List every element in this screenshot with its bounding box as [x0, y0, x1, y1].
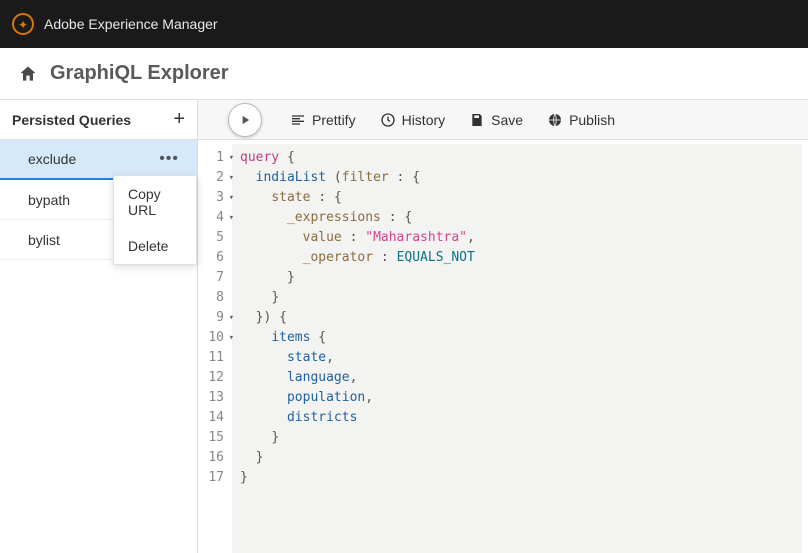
publish-button[interactable]: Publish [537, 106, 625, 134]
app-topbar: ✦ Adobe Experience Manager [0, 0, 808, 48]
query-item-label: bypath [28, 192, 70, 208]
history-label: History [402, 112, 446, 128]
publish-label: Publish [569, 112, 615, 128]
add-query-button[interactable]: + [173, 108, 185, 131]
sidebar-title: Persisted Queries [12, 112, 131, 128]
code-editor[interactable]: 1234567891011121314151617 query { indiaL… [198, 140, 808, 553]
line-gutter: 1234567891011121314151617 [198, 144, 232, 553]
save-icon [469, 112, 485, 128]
save-button[interactable]: Save [459, 106, 533, 134]
publish-icon [547, 112, 563, 128]
context-delete[interactable]: Delete [114, 228, 196, 264]
editor-panel: Prettify History Save Publish 1234567891… [198, 100, 808, 553]
page-title: GraphiQL Explorer [50, 62, 229, 85]
home-icon[interactable] [18, 64, 38, 84]
persisted-queries-sidebar: Persisted Queries + exclude ••• bypath byli… [0, 100, 198, 553]
save-label: Save [491, 112, 523, 128]
query-item-exclude[interactable]: exclude ••• [0, 140, 197, 180]
more-icon[interactable]: ••• [159, 150, 179, 168]
run-button[interactable] [228, 103, 262, 137]
query-item-label: exclude [28, 151, 76, 167]
titlebar: GraphiQL Explorer [0, 48, 808, 100]
prettify-label: Prettify [312, 112, 356, 128]
editor-toolbar: Prettify History Save Publish [198, 100, 808, 140]
context-copy-url[interactable]: Copy URL [114, 176, 196, 228]
brand-name: Adobe Experience Manager [44, 16, 218, 32]
aem-logo-icon: ✦ [12, 13, 34, 35]
prettify-button[interactable]: Prettify [280, 106, 366, 134]
query-context-menu: Copy URL Delete [113, 175, 197, 265]
query-item-label: bylist [28, 232, 60, 248]
prettify-icon [290, 112, 306, 128]
sidebar-header: Persisted Queries + [0, 100, 197, 140]
history-icon [380, 112, 396, 128]
code-content[interactable]: query { indiaList (filter : { state : { … [232, 144, 802, 553]
history-button[interactable]: History [370, 106, 456, 134]
main-content: Persisted Queries + exclude ••• bypath byli… [0, 100, 808, 553]
